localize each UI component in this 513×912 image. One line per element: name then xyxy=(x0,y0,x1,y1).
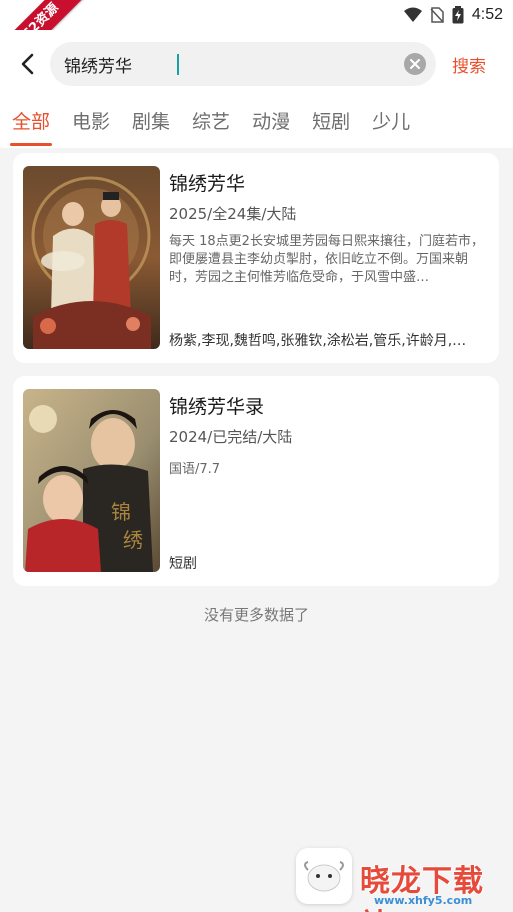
no-more-data-label: 没有更多数据了 xyxy=(203,606,309,624)
result-tag: 短剧 xyxy=(169,556,197,572)
battery-charging-icon xyxy=(452,6,464,24)
result-title: 锦绣芳华 xyxy=(169,173,246,195)
tab-series[interactable]: 剧集 xyxy=(132,96,170,148)
result-meta: 2024/已完结/大陆 xyxy=(169,428,293,446)
poster-image: 锦 绣 xyxy=(23,389,160,572)
status-time: 4:52 xyxy=(471,6,503,23)
chevron-left-icon xyxy=(21,53,34,75)
search-input[interactable] xyxy=(64,42,394,86)
clear-search-button[interactable] xyxy=(404,53,426,75)
result-language-rating: 国语/7.7 xyxy=(169,462,221,477)
result-description: 每天 18点更2长安城里芳园每日熙来攘往，门庭若市，即便屡遭县主李幼贞掣肘，依旧… xyxy=(169,234,484,285)
tab-all[interactable]: 全部 xyxy=(9,96,53,148)
tab-kids[interactable]: 少儿 xyxy=(372,96,410,148)
result-card[interactable]: 锦绣芳华 2025/全24集/大陆 每天 18点更2长安城里芳园每日熙来攘往，门… xyxy=(13,153,499,363)
watermark-url: www.xhfy5.com xyxy=(374,894,473,907)
tab-anime[interactable]: 动漫 xyxy=(252,96,290,148)
svg-text:锦: 锦 xyxy=(111,500,131,524)
wifi-icon xyxy=(403,7,422,22)
close-icon xyxy=(410,59,420,69)
back-button[interactable] xyxy=(14,50,42,78)
category-tabs: 全部 电影 剧集 综艺 动漫 短剧 少儿 xyxy=(0,96,513,148)
tab-short-drama[interactable]: 短剧 xyxy=(312,96,350,148)
status-bar: 962资源 4:52 xyxy=(0,0,513,77)
result-card[interactable]: 锦 绣 锦绣芳华录 2024/已完结/大陆 国语/7.7 短剧 xyxy=(13,376,499,586)
search-button[interactable]: 搜索 xyxy=(452,52,486,77)
svg-text:绣: 绣 xyxy=(123,528,143,552)
poster-image xyxy=(23,166,160,349)
search-box xyxy=(50,42,436,86)
status-icons: 4:52 xyxy=(403,4,503,26)
no-sim-icon xyxy=(430,7,444,23)
tab-movies[interactable]: 电影 xyxy=(72,96,110,148)
text-cursor xyxy=(177,54,179,75)
result-meta: 2025/全24集/大陆 xyxy=(169,205,297,223)
result-title: 锦绣芳华录 xyxy=(169,396,265,418)
result-cast: 杨紫,李现,魏哲鸣,张雅钦,涂松岩,管乐,许龄月,… xyxy=(169,333,467,349)
tab-variety[interactable]: 综艺 xyxy=(192,96,230,148)
search-header: 搜索 xyxy=(0,30,513,96)
floating-app-icon[interactable] xyxy=(296,848,352,904)
watermark-logo: 晓龙下载站 www.xhfy5.com xyxy=(360,856,510,912)
